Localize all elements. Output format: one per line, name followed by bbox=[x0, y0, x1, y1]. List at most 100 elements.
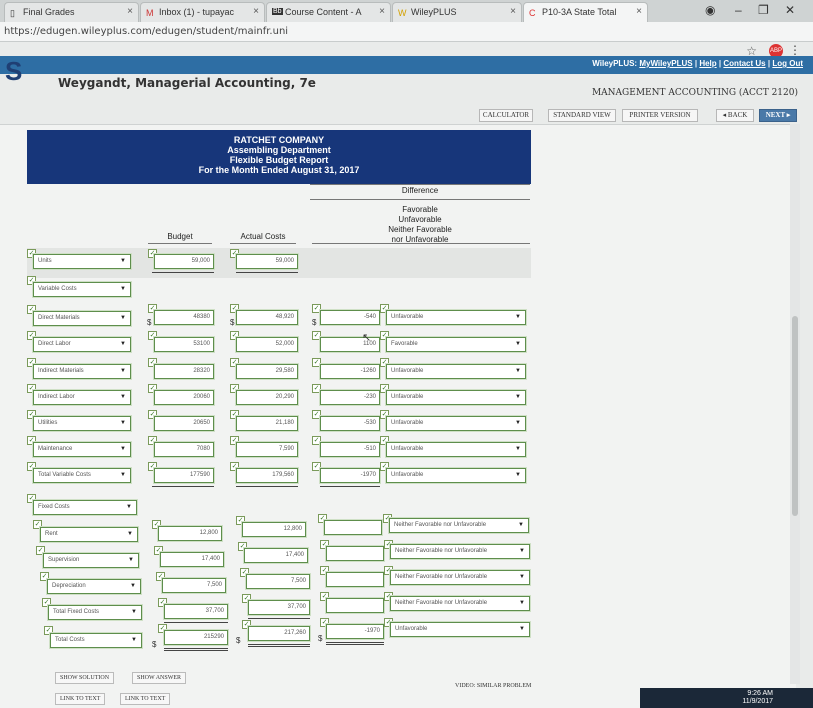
dm-budget-input[interactable]: 48380 bbox=[154, 310, 214, 325]
direct-labor-select[interactable]: Direct Labor ▼ bbox=[33, 337, 131, 352]
close-tab-icon[interactable]: × bbox=[636, 6, 642, 17]
tc-status-select[interactable]: Unfavorable ▼ bbox=[390, 622, 530, 637]
close-tab-icon[interactable]: × bbox=[379, 6, 385, 17]
show-answer-button[interactable]: SHOW ANSWER bbox=[132, 672, 187, 684]
utilities-select[interactable]: Utilities ▼ bbox=[33, 416, 131, 431]
address-bar[interactable]: https://edugen.wileyplus.com/edugen/stud… bbox=[0, 22, 813, 42]
dl-status-select[interactable]: Favorable ▼ bbox=[386, 337, 526, 352]
maintenance-select[interactable]: Maintenance ▼ bbox=[33, 442, 131, 457]
rent-status-select[interactable]: Neither Favorable nor Unfavorable ▼ bbox=[389, 518, 529, 533]
tc-actual-input[interactable]: 217,260 bbox=[248, 626, 310, 641]
il-actual-input[interactable]: 20,290 bbox=[236, 390, 298, 405]
im-status-select[interactable]: Unfavorable ▼ bbox=[386, 364, 526, 379]
il-budget-input[interactable]: 20060 bbox=[154, 390, 214, 405]
mt-diff-input[interactable]: -510 bbox=[320, 442, 380, 457]
select-value: Unfavorable bbox=[391, 420, 424, 426]
total-fixed-costs-select[interactable]: Total Fixed Costs ▼ bbox=[48, 605, 142, 620]
il-diff-input[interactable]: -230 bbox=[320, 390, 380, 405]
dl-budget-input[interactable]: 53100 bbox=[154, 337, 214, 352]
select-value: Total Fixed Costs bbox=[53, 609, 100, 615]
tfc-diff-input[interactable] bbox=[326, 598, 384, 613]
ut-actual-input[interactable]: 21,180 bbox=[236, 416, 298, 431]
close-window-icon[interactable]: ✕ bbox=[785, 3, 795, 17]
tfc-budget-input[interactable]: 37,700 bbox=[164, 604, 228, 619]
rent-actual-input[interactable]: 12,800 bbox=[242, 522, 306, 537]
show-solution-button[interactable]: SHOW SOLUTION bbox=[55, 672, 115, 684]
total-variable-costs-select[interactable]: Total Variable Costs ▼ bbox=[33, 468, 131, 483]
next-button[interactable]: NEXT ▸ bbox=[759, 109, 797, 122]
calculator-button[interactable]: CALCULATOR bbox=[479, 109, 533, 122]
im-diff-input[interactable]: -1260 bbox=[320, 364, 380, 379]
tab-wileyplus[interactable]: W WileyPLUS × bbox=[392, 2, 522, 22]
dropdown-arrow-icon: ▼ bbox=[519, 548, 525, 554]
help-link[interactable]: Help bbox=[699, 59, 716, 68]
sup-budget-input[interactable]: 17,400 bbox=[160, 552, 224, 567]
video-similar-problem-link[interactable]: VIDEO: SIMILAR PROBLEM bbox=[455, 683, 531, 689]
link-to-text-button-1[interactable]: LINK TO TEXT bbox=[55, 693, 106, 705]
fixed-costs-select[interactable]: Fixed Costs ▼ bbox=[33, 500, 137, 515]
printer-version-button[interactable]: PRINTER VERSION bbox=[622, 109, 698, 122]
scrollbar-thumb[interactable] bbox=[792, 316, 798, 516]
indirect-labor-select[interactable]: Indirect Labor ▼ bbox=[33, 390, 131, 405]
dm-actual-input[interactable]: 48,920 bbox=[236, 310, 298, 325]
tfc-actual-input[interactable]: 37,700 bbox=[248, 600, 310, 615]
mt-status-select[interactable]: Unfavorable ▼ bbox=[386, 442, 526, 457]
standard-view-button[interactable]: STANDARD VIEW bbox=[548, 109, 616, 122]
restore-icon[interactable]: ❐ bbox=[758, 3, 769, 17]
il-status-select[interactable]: Unfavorable ▼ bbox=[386, 390, 526, 405]
tvc-budget-input[interactable]: 177590 bbox=[154, 468, 214, 483]
tc-budget-input[interactable]: 215290 bbox=[164, 630, 228, 645]
dep-diff-input[interactable] bbox=[326, 572, 384, 587]
close-tab-icon[interactable]: × bbox=[510, 6, 516, 17]
im-actual-input[interactable]: 29,580 bbox=[236, 364, 298, 379]
dm-diff-input[interactable]: -540 bbox=[320, 310, 380, 325]
close-tab-icon[interactable]: × bbox=[253, 6, 259, 17]
dollar-sign: $ bbox=[230, 318, 235, 327]
direct-materials-select[interactable]: Direct Materials ▼ bbox=[33, 311, 131, 326]
mt-budget-input[interactable]: 7080 bbox=[154, 442, 214, 457]
indirect-materials-select[interactable]: Indirect Materials ▼ bbox=[33, 364, 131, 379]
profile-icon[interactable]: ◉ bbox=[705, 3, 715, 17]
rent-budget-input[interactable]: 12,800 bbox=[158, 526, 222, 541]
units-actual-input[interactable]: 59,000 bbox=[236, 254, 298, 269]
tfc-status-select[interactable]: Neither Favorable nor Unfavorable ▼ bbox=[390, 596, 530, 611]
ut-status-select[interactable]: Unfavorable ▼ bbox=[386, 416, 526, 431]
sup-actual-input[interactable]: 17,400 bbox=[244, 548, 308, 563]
dl-actual-input[interactable]: 52,000 bbox=[236, 337, 298, 352]
dep-actual-input[interactable]: 7,500 bbox=[246, 574, 310, 589]
tab-inbox[interactable]: M Inbox (1) - tupayac × bbox=[140, 2, 265, 22]
tc-diff-input[interactable]: -1970 bbox=[326, 624, 384, 639]
depreciation-select[interactable]: Depreciation ▼ bbox=[47, 579, 141, 594]
sup-status-select[interactable]: Neither Favorable nor Unfavorable ▼ bbox=[390, 544, 530, 559]
units-label-select[interactable]: Units ▼ bbox=[33, 254, 131, 269]
rent-diff-input[interactable] bbox=[324, 520, 382, 535]
back-button[interactable]: ◂ BACK bbox=[716, 109, 754, 122]
im-budget-input[interactable]: 28320 bbox=[154, 364, 214, 379]
log-out-link[interactable]: Log Out bbox=[772, 59, 803, 68]
tab-course-content[interactable]: Bb Course Content - A × bbox=[266, 2, 391, 22]
close-tab-icon[interactable]: × bbox=[127, 6, 133, 17]
tab-final-grades[interactable]: ▯ Final Grades × bbox=[4, 2, 139, 22]
variable-costs-select[interactable]: Variable Costs ▼ bbox=[33, 282, 131, 297]
url-text[interactable]: https://edugen.wileyplus.com/edugen/stud… bbox=[4, 26, 288, 37]
link-to-text-button-2[interactable]: LINK TO TEXT bbox=[120, 693, 171, 705]
contact-us-link[interactable]: Contact Us bbox=[723, 59, 765, 68]
dm-status-select[interactable]: Unfavorable ▼ bbox=[386, 310, 526, 325]
tvc-diff-input[interactable]: -1970 bbox=[320, 468, 380, 483]
minimize-icon[interactable]: – bbox=[735, 3, 742, 17]
supervision-select[interactable]: Supervision ▼ bbox=[43, 553, 139, 568]
ut-budget-input[interactable]: 20650 bbox=[154, 416, 214, 431]
mt-actual-input[interactable]: 7,590 bbox=[236, 442, 298, 457]
tvc-actual-input[interactable]: 179,560 bbox=[236, 468, 298, 483]
sup-diff-input[interactable] bbox=[326, 546, 384, 561]
dep-budget-input[interactable]: 7,500 bbox=[162, 578, 226, 593]
tvc-status-select[interactable]: Unfavorable ▼ bbox=[386, 468, 526, 483]
menu-icon[interactable]: ⋮ bbox=[789, 43, 801, 57]
tab-p10-3a[interactable]: C P10-3A State Total × bbox=[523, 2, 648, 22]
units-budget-input[interactable]: 59,000 bbox=[154, 254, 214, 269]
ut-diff-input[interactable]: -530 bbox=[320, 416, 380, 431]
total-costs-select[interactable]: Total Costs ▼ bbox=[50, 633, 142, 648]
dep-status-select[interactable]: Neither Favorable nor Unfavorable ▼ bbox=[390, 570, 530, 585]
rent-select[interactable]: Rent ▼ bbox=[40, 527, 138, 542]
mywileyplus-link[interactable]: MyWileyPLUS bbox=[639, 59, 692, 68]
